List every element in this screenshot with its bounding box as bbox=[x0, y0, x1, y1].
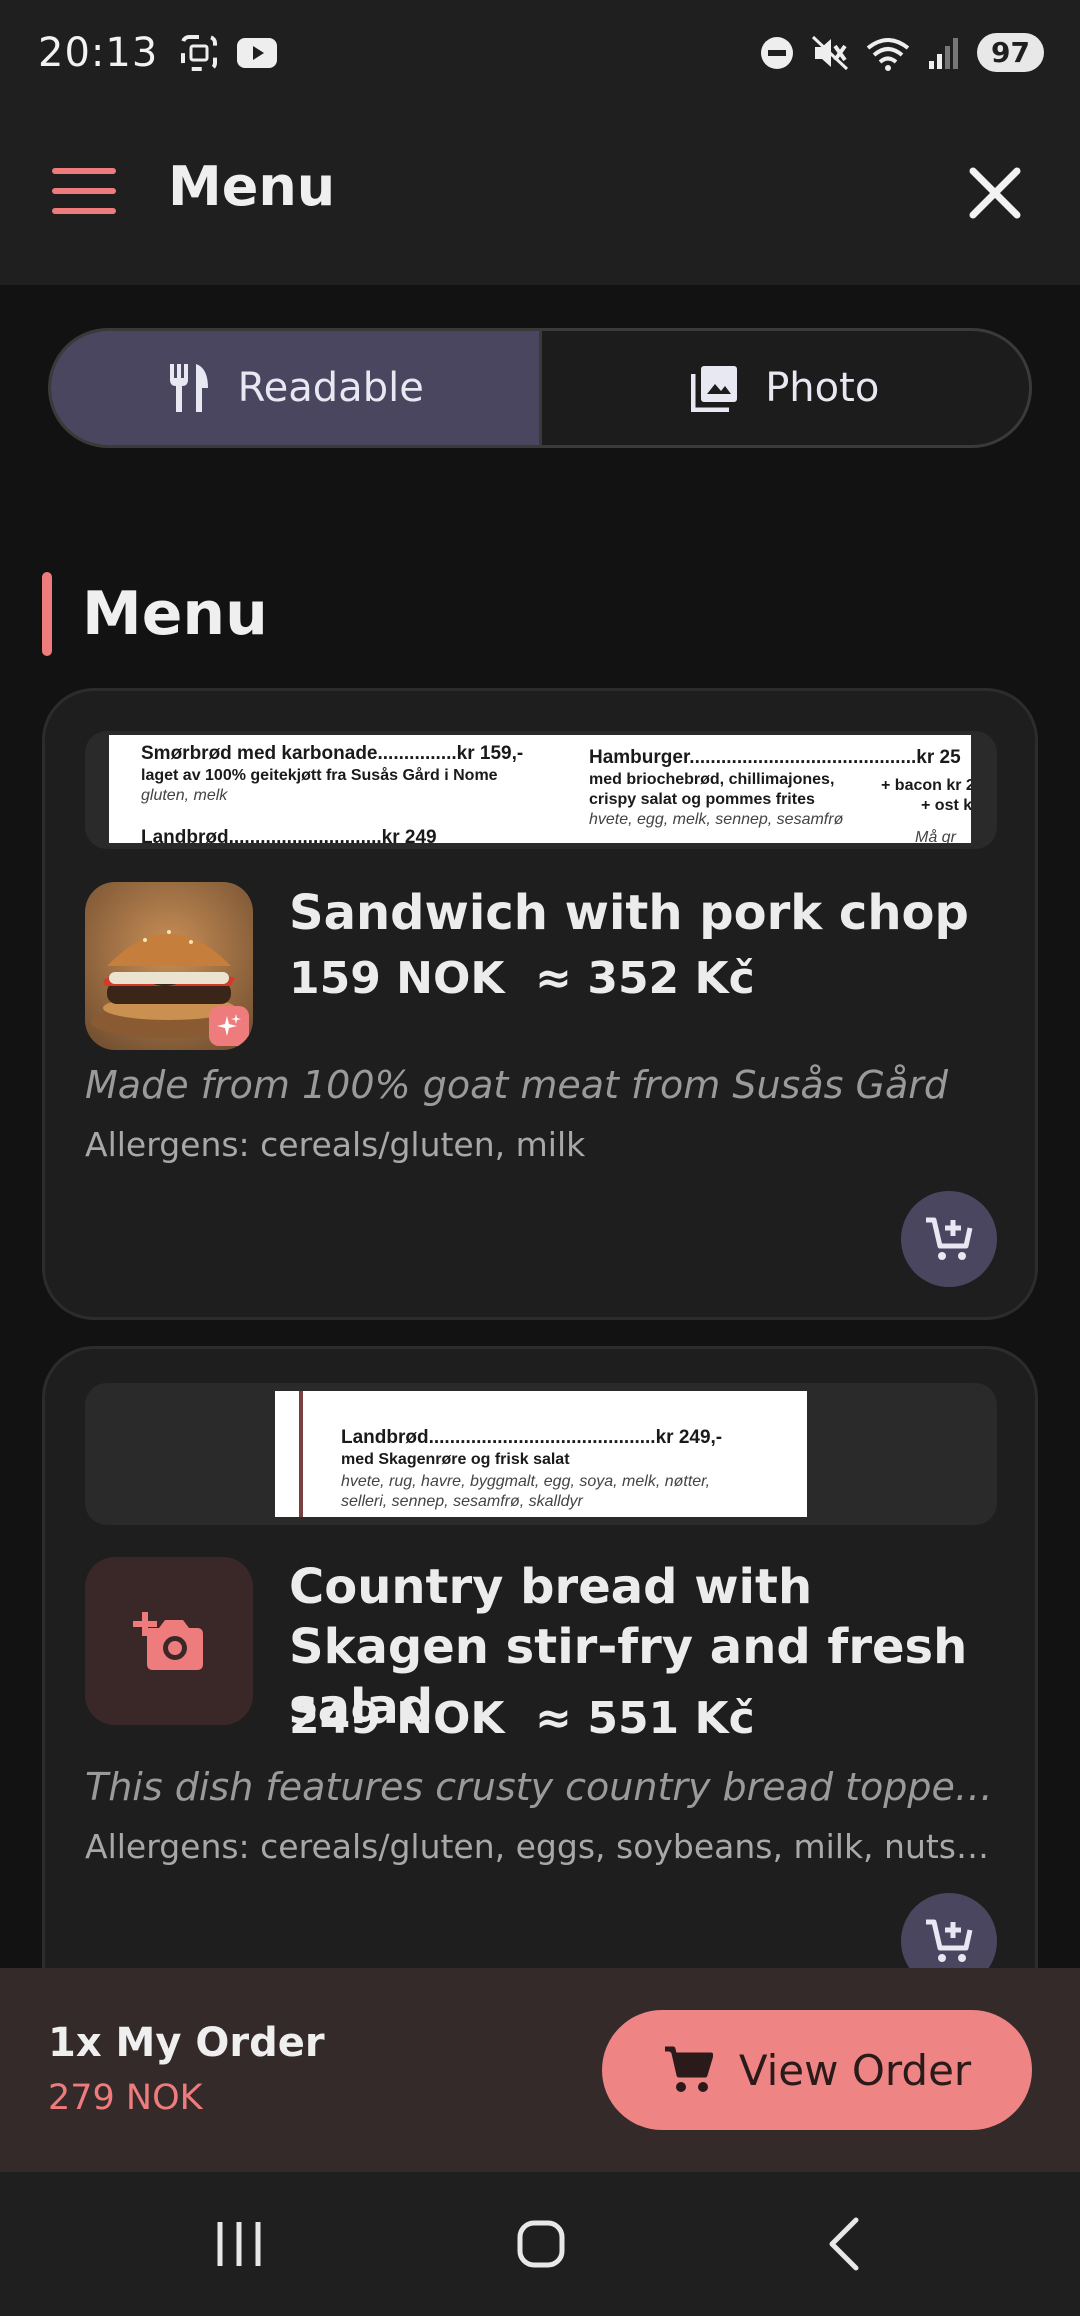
wifi-icon bbox=[866, 37, 910, 71]
toggle-readable-label: Readable bbox=[237, 365, 424, 411]
snippet-text: Må gr bbox=[915, 829, 956, 843]
section-accent-bar bbox=[42, 572, 52, 656]
view-order-button[interactable]: View Order bbox=[602, 2010, 1032, 2130]
dish-description: Made from 100% goat meat from Susås Gård bbox=[85, 1063, 948, 1107]
status-time: 20:13 bbox=[38, 29, 159, 76]
section-title: Menu bbox=[82, 579, 268, 649]
battery-indicator: 97 bbox=[977, 33, 1044, 72]
home-icon[interactable] bbox=[516, 2214, 566, 2274]
snippet-text: med Skagenrøre og frisk salat bbox=[341, 1451, 570, 1468]
order-title: 1x My Order bbox=[48, 2020, 325, 2066]
section-heading: Menu bbox=[42, 572, 268, 656]
dish-price: 159 NOK ≈ 352 Kč bbox=[289, 953, 755, 1004]
hamburger-icon[interactable] bbox=[52, 168, 116, 220]
snippet-text: hvete, rug, havre, byggmalt, egg, soya, … bbox=[341, 1473, 711, 1490]
add-photo-button[interactable] bbox=[85, 1557, 253, 1725]
mute-icon bbox=[812, 35, 849, 70]
price-converted: ≈ 352 Kč bbox=[535, 953, 755, 1004]
toggle-photo[interactable]: Photo bbox=[542, 331, 1030, 445]
snippet-text: Hamburger...............................… bbox=[589, 747, 961, 768]
price-nok: 159 NOK bbox=[289, 953, 505, 1004]
signal-icon bbox=[929, 37, 959, 69]
toggle-readable[interactable]: Readable bbox=[51, 331, 539, 445]
menu-snippet-paper: Landbrød................................… bbox=[275, 1391, 807, 1517]
dish-name: Sandwich with pork chop bbox=[289, 885, 969, 941]
snippet-text: + ost kr bbox=[921, 797, 971, 814]
add-photo-icon bbox=[133, 1612, 203, 1670]
price-nok: 249 NOK bbox=[289, 1693, 505, 1744]
view-toggle: Readable Photo bbox=[48, 328, 1032, 448]
dish-allergens: Allergens: cereals/gluten, milk bbox=[85, 1125, 586, 1164]
add-cart-icon bbox=[926, 1217, 973, 1260]
snippet-text: crispy salat og pommes frites bbox=[589, 791, 815, 808]
order-summary-bar: 1x My Order 279 NOK View Order bbox=[0, 1968, 1080, 2172]
page-title: Menu bbox=[168, 155, 336, 218]
cart-icon bbox=[664, 2046, 713, 2092]
dnd-icon bbox=[761, 36, 794, 69]
snippet-text: Landbrød.............................kr … bbox=[141, 827, 437, 843]
snippet-text: Smørbrød med karbonade...............kr … bbox=[141, 743, 524, 764]
snippet-text: + bacon kr 2 bbox=[881, 777, 971, 794]
menu-snippet-image[interactable]: Landbrød................................… bbox=[85, 1383, 997, 1525]
cutlery-icon bbox=[169, 364, 208, 412]
snippet-text: Landbrød................................… bbox=[341, 1427, 723, 1448]
menu-item-card[interactable]: Smørbrød med karbonade...............kr … bbox=[42, 688, 1038, 1320]
price-converted: ≈ 551 Kč bbox=[535, 1693, 755, 1744]
dish-allergens: Allergens: cereals/gluten, eggs, soybean… bbox=[85, 1827, 997, 1866]
snippet-text: gluten, melk bbox=[141, 787, 228, 804]
recent-apps-icon[interactable] bbox=[214, 2214, 264, 2274]
snippet-text: hvete, egg, melk, sennep, sesamfrø bbox=[589, 811, 844, 828]
status-bar: 20:13 97 bbox=[0, 0, 1080, 105]
menu-snippet-paper: Smørbrød med karbonade...............kr … bbox=[109, 735, 971, 843]
add-to-cart-button[interactable] bbox=[901, 1191, 997, 1287]
close-icon[interactable] bbox=[965, 163, 1025, 223]
photo-icon bbox=[691, 366, 738, 412]
snippet-text: selleri, sennep, sesamfrø, skalldyr bbox=[341, 1493, 583, 1510]
burger-photo[interactable] bbox=[85, 882, 253, 1050]
dish-description: This dish features crusty country bread … bbox=[85, 1765, 997, 1809]
screenshot-icon bbox=[181, 34, 218, 71]
system-nav-bar bbox=[0, 2172, 1080, 2316]
app-bar: Menu bbox=[0, 105, 1080, 285]
snippet-text: med briochebrød, chillimajones, bbox=[589, 771, 835, 788]
add-cart-icon bbox=[926, 1919, 973, 1962]
view-order-label: View Order bbox=[738, 2045, 972, 2095]
back-icon[interactable] bbox=[820, 2214, 870, 2274]
order-total: 279 NOK bbox=[48, 2078, 203, 2118]
menu-item-card[interactable]: Landbrød................................… bbox=[42, 1346, 1038, 2046]
snippet-text: laget av 100% geitekjøtt fra Susås Gård … bbox=[141, 767, 498, 784]
dish-price: 249 NOK ≈ 551 Kč bbox=[289, 1693, 755, 1744]
youtube-icon bbox=[237, 37, 278, 68]
toggle-photo-label: Photo bbox=[765, 365, 880, 411]
menu-snippet-image[interactable]: Smørbrød med karbonade...............kr … bbox=[85, 731, 997, 849]
ai-sparkle-icon bbox=[209, 1006, 249, 1046]
